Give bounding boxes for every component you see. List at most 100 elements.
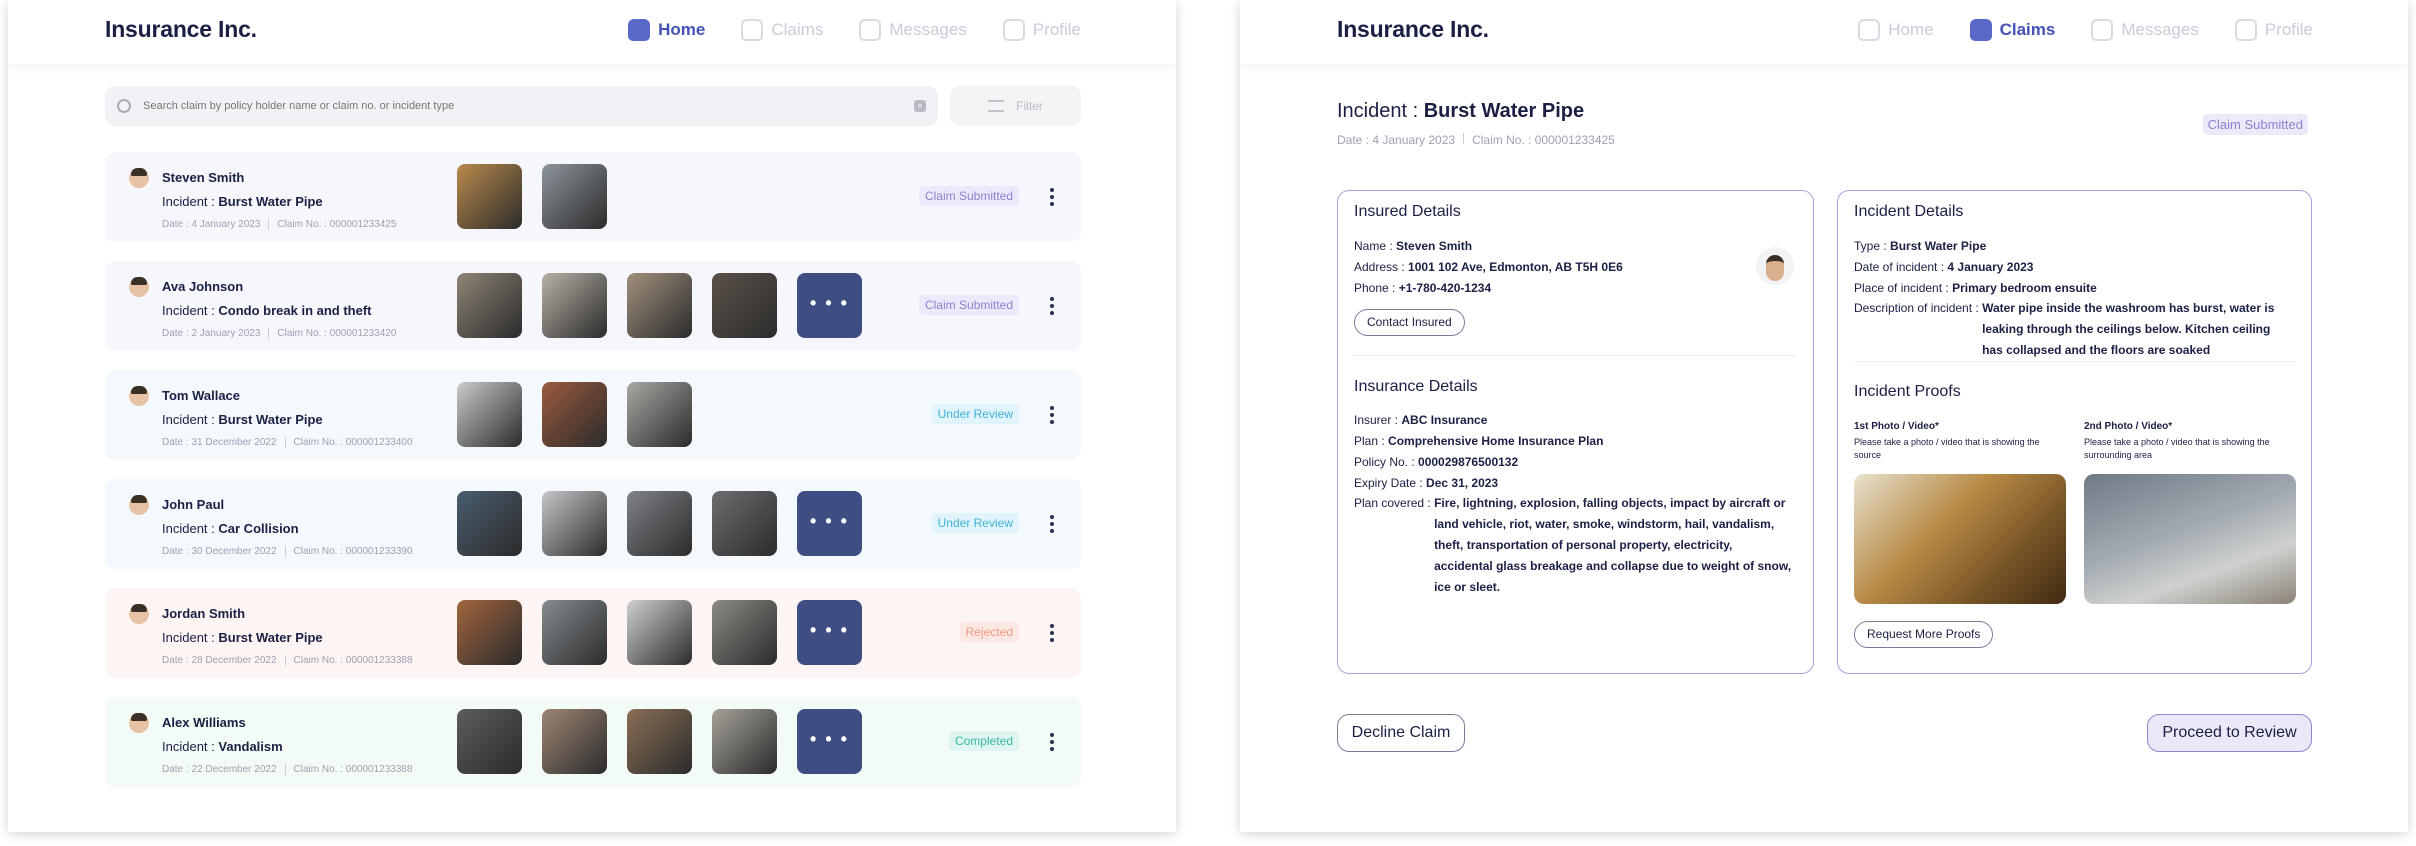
more-options-icon[interactable] bbox=[1050, 624, 1054, 642]
insured-address: Address : 1001 102 Ave, Edmonton, AB T5H… bbox=[1354, 260, 1623, 274]
nav-home[interactable]: Home bbox=[628, 19, 705, 41]
incident-type: Burst Water Pipe bbox=[218, 412, 323, 427]
contact-insured-button[interactable]: Contact Insured bbox=[1354, 309, 1465, 336]
nav-claims[interactable]: Claims bbox=[1969, 19, 2055, 41]
claim-photo-thumb[interactable] bbox=[712, 709, 777, 774]
proof-2-photo[interactable] bbox=[2084, 474, 2296, 604]
top-bar: Insurance Inc. Home Claims Messages Prof… bbox=[8, 0, 1176, 64]
nav-home[interactable]: Home bbox=[1858, 19, 1934, 41]
brand-logo[interactable]: Insurance Inc. bbox=[1337, 16, 1489, 43]
proof-2-hint: Please take a photo / video that is show… bbox=[2084, 437, 2270, 460]
claim-photo-thumb[interactable] bbox=[457, 600, 522, 665]
more-options-icon[interactable] bbox=[1050, 733, 1054, 751]
more-photos-button[interactable]: • • • bbox=[797, 709, 862, 774]
insured-details-title: Insured Details bbox=[1354, 203, 1461, 220]
more-options-icon[interactable] bbox=[1050, 515, 1054, 533]
nav-home-label: Home bbox=[1888, 20, 1934, 39]
more-photos-button[interactable]: • • • bbox=[797, 491, 862, 556]
insurance-details-title: Insurance Details bbox=[1354, 378, 1478, 395]
claim-photos: • • • bbox=[457, 709, 882, 774]
expiry-key: Expiry Date : bbox=[1354, 476, 1423, 490]
claimno-label: Claim No. : bbox=[293, 655, 343, 666]
claim-photo-thumb[interactable] bbox=[457, 164, 522, 229]
claim-row[interactable]: Steven Smith Incident : Burst Water Pipe D… bbox=[105, 152, 1081, 242]
type-key: Type : bbox=[1854, 239, 1887, 253]
claim-photo-thumb[interactable] bbox=[542, 273, 607, 338]
more-options-icon[interactable] bbox=[1050, 297, 1054, 315]
request-more-proofs-button[interactable]: Request More Proofs bbox=[1854, 621, 1994, 648]
claim-meta: Date : 22 December 2022 Claim No. : 00000… bbox=[162, 764, 413, 775]
clear-icon[interactable]: × bbox=[914, 100, 926, 112]
claim-photo-thumb[interactable] bbox=[712, 491, 777, 556]
filter-button[interactable]: Filter bbox=[950, 86, 1081, 126]
decline-claim-button[interactable]: Decline Claim bbox=[1337, 714, 1465, 752]
claim-date: Date : 4 January 2023 bbox=[1337, 133, 1456, 147]
claim-photo-thumb[interactable] bbox=[627, 491, 692, 556]
claim-row[interactable]: Ava Johnson Incident : Condo break in and… bbox=[105, 261, 1081, 351]
claim-row[interactable]: John Paul Incident : Car Collision Date : … bbox=[105, 479, 1081, 569]
claim-row[interactable]: Jordan Smith Incident : Burst Water Pipe D… bbox=[105, 588, 1081, 678]
claim-detail-screen: Insurance Inc. Home Claims Messages Prof… bbox=[1240, 0, 2408, 832]
more-options-icon[interactable] bbox=[1050, 406, 1054, 424]
nav-profile[interactable]: Profile bbox=[2234, 19, 2313, 41]
claim-photo-thumb[interactable] bbox=[457, 273, 522, 338]
nav-messages-label: Messages bbox=[889, 20, 967, 39]
claim-photo-thumb[interactable] bbox=[542, 164, 607, 229]
claim-photo-thumb[interactable] bbox=[627, 382, 692, 447]
meta-divider bbox=[284, 764, 286, 775]
search-icon bbox=[117, 99, 131, 113]
policy-value: 000029876500132 bbox=[1418, 455, 1519, 469]
proof-1: 1st Photo / Video* Please take a photo /… bbox=[1854, 421, 2066, 604]
claim-photo-thumb[interactable] bbox=[457, 709, 522, 774]
nav-profile[interactable]: Profile bbox=[1002, 19, 1081, 41]
claim-photos: • • • bbox=[457, 600, 882, 665]
claim-meta: Date : 30 December 2022 Claim No. : 00000… bbox=[162, 546, 413, 557]
more-photos-button[interactable]: • • • bbox=[797, 600, 862, 665]
claimno-label: Claim No. : bbox=[293, 546, 343, 557]
status-badge: Rejected bbox=[959, 622, 1019, 642]
proceed-to-review-button[interactable]: Proceed to Review bbox=[2147, 714, 2312, 752]
claim-photo-thumb[interactable] bbox=[457, 491, 522, 556]
claim-photo-thumb[interactable] bbox=[627, 273, 692, 338]
claim-number: 000001233390 bbox=[345, 546, 413, 557]
more-photos-button[interactable]: • • • bbox=[797, 273, 862, 338]
claim-photo-thumb[interactable] bbox=[542, 491, 607, 556]
incident-type: Burst Water Pipe bbox=[218, 194, 323, 209]
nav-claims[interactable]: Claims bbox=[741, 19, 823, 41]
claim-photo-thumb[interactable] bbox=[457, 382, 522, 447]
avatar bbox=[129, 168, 149, 188]
nav-profile-label: Profile bbox=[2264, 20, 2313, 39]
claim-photo-thumb[interactable] bbox=[712, 273, 777, 338]
claim-number: Claim No. : 000001233425 bbox=[1472, 133, 1615, 147]
nav-messages[interactable]: Messages bbox=[2091, 19, 2199, 41]
status-badge: Claim Submitted bbox=[2202, 114, 2308, 135]
claim-photo-thumb[interactable] bbox=[627, 600, 692, 665]
claim-row[interactable]: Tom Wallace Incident : Burst Water Pipe Da… bbox=[105, 370, 1081, 460]
nav-messages[interactable]: Messages bbox=[859, 19, 967, 41]
meta-divider bbox=[268, 328, 270, 339]
proof-2: 2nd Photo / Video* Please take a photo /… bbox=[2084, 421, 2296, 604]
claim-photo-thumb[interactable] bbox=[542, 600, 607, 665]
claimno-label: Claim No. : bbox=[293, 764, 343, 775]
place-value: Primary bedroom ensuite bbox=[1952, 281, 2097, 295]
claim-photo-thumb[interactable] bbox=[542, 709, 607, 774]
more-options-icon[interactable] bbox=[1050, 188, 1054, 206]
insurer-value: ABC Insurance bbox=[1401, 413, 1488, 427]
search-input[interactable] bbox=[143, 100, 914, 112]
proof-2-label: 2nd Photo / Video* bbox=[2084, 421, 2173, 432]
claim-row[interactable]: Alex Williams Incident : Vandalism Date : … bbox=[105, 697, 1081, 787]
claim-date: 30 December 2022 bbox=[191, 546, 277, 557]
description-value: Water pipe inside the washroom has burst… bbox=[1982, 301, 2275, 357]
claim-photo-thumb[interactable] bbox=[712, 600, 777, 665]
incident-type: Condo break in and theft bbox=[218, 303, 372, 318]
filter-label: Filter bbox=[1016, 99, 1043, 113]
status-badge: Under Review bbox=[931, 513, 1019, 533]
meta-divider bbox=[284, 546, 286, 557]
incident-card: Incident Details Type : Burst Water Pipe… bbox=[1837, 190, 2312, 674]
claim-photo-thumb[interactable] bbox=[627, 709, 692, 774]
insured-name: Name : Steven Smith bbox=[1354, 239, 1472, 253]
proof-1-photo[interactable] bbox=[1854, 474, 2066, 604]
brand-logo[interactable]: Insurance Inc. bbox=[105, 16, 257, 43]
insured-card: Insured Details Name : Steven Smith Addr… bbox=[1337, 190, 1814, 674]
claim-photo-thumb[interactable] bbox=[542, 382, 607, 447]
